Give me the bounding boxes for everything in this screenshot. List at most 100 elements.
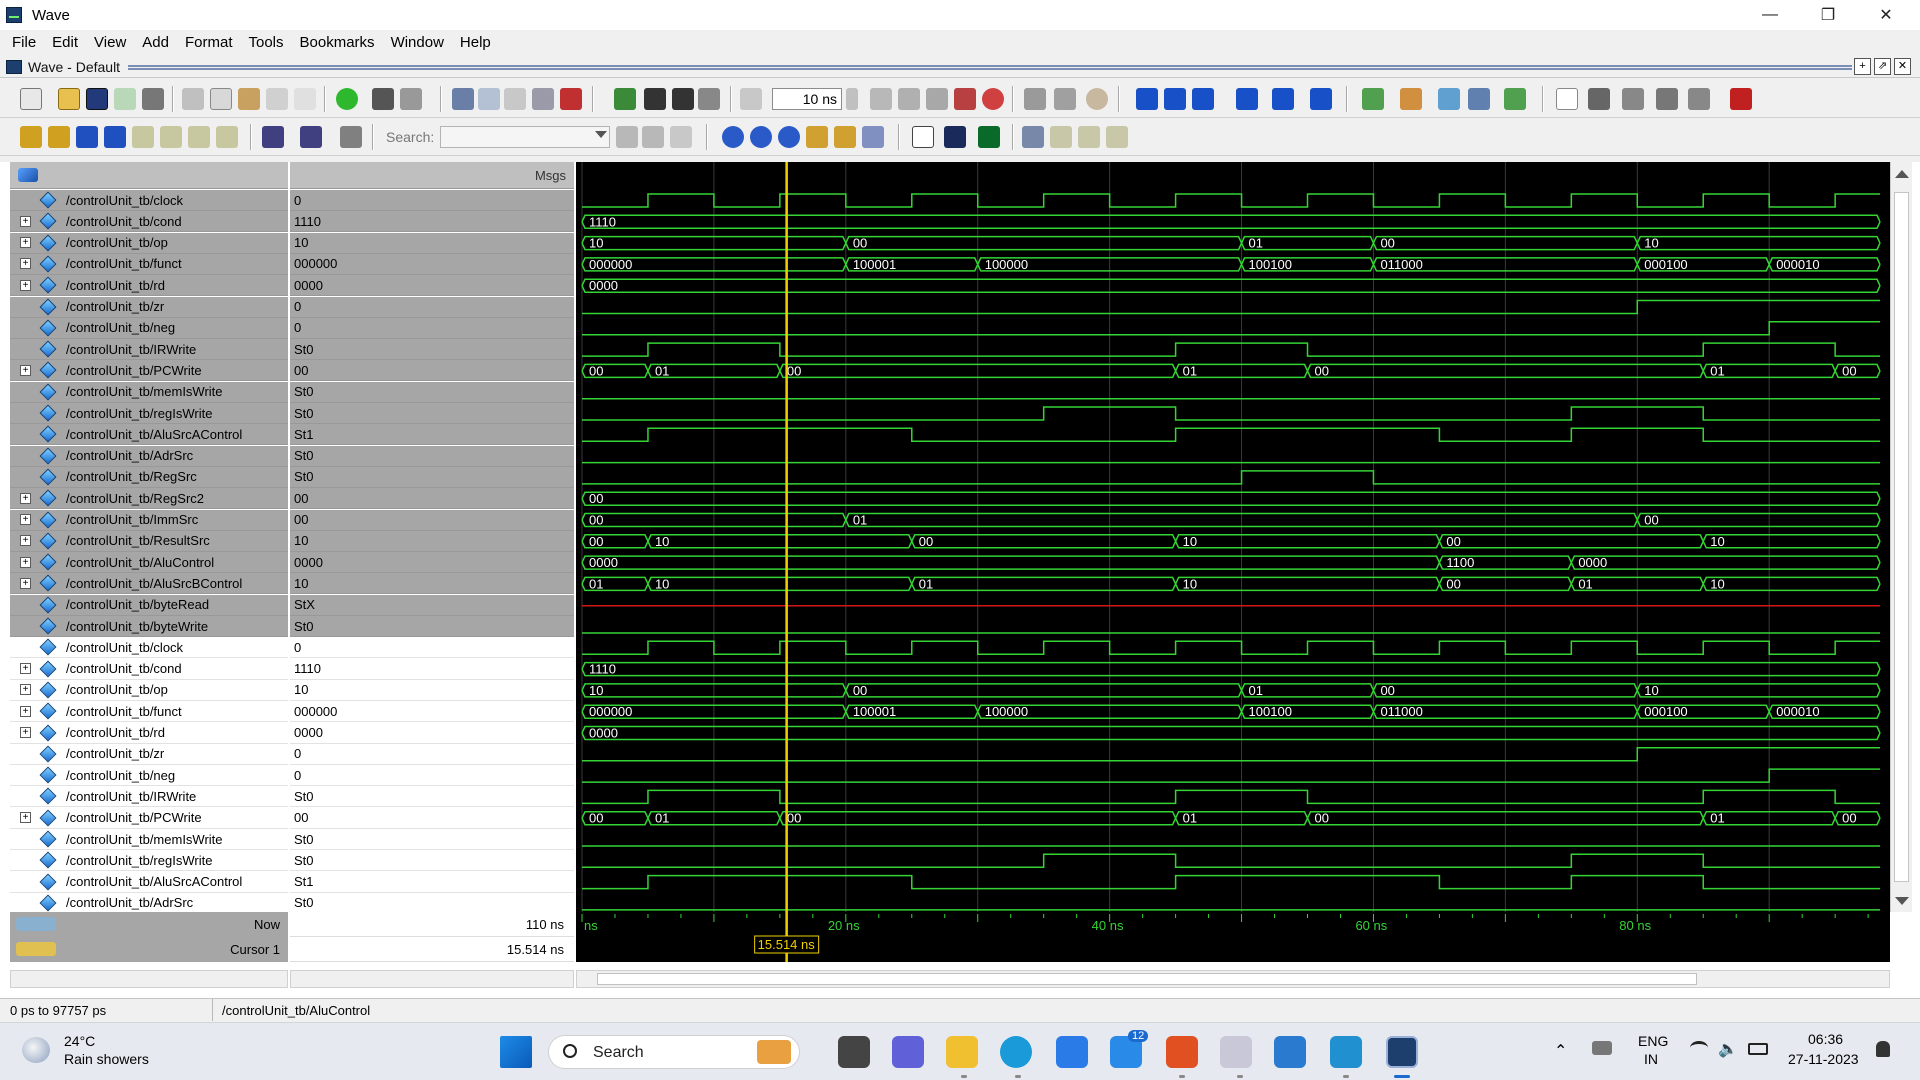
expand-plus-icon[interactable]: + bbox=[20, 364, 31, 376]
stop-icon[interactable] bbox=[560, 88, 582, 110]
signal-value-row[interactable]: St0 bbox=[290, 829, 574, 850]
signal-value-row[interactable]: 0 bbox=[290, 190, 574, 211]
insert-cursor-icon[interactable] bbox=[20, 126, 42, 148]
search-next-icon[interactable] bbox=[642, 126, 664, 148]
search-input[interactable] bbox=[440, 126, 610, 148]
run-length-input[interactable]: 10 ns bbox=[772, 88, 842, 110]
exit-icon[interactable] bbox=[1730, 88, 1752, 110]
start-windows-icon[interactable] bbox=[500, 1036, 532, 1068]
signal-row[interactable]: /controlUnit_tb/AluSrcAControl bbox=[10, 424, 288, 446]
signal-value-row[interactable]: 0 bbox=[290, 296, 574, 318]
edit-mode-icon[interactable] bbox=[1656, 88, 1678, 110]
search-prev-icon[interactable] bbox=[616, 126, 638, 148]
scroll-down-icon[interactable] bbox=[1895, 897, 1909, 905]
signal-value-row[interactable]: StX bbox=[290, 594, 574, 616]
prev-transition-icon[interactable] bbox=[76, 126, 98, 148]
signal-value-row[interactable]: St0 bbox=[290, 381, 574, 403]
expand-plus-icon[interactable]: + bbox=[20, 577, 31, 589]
menu-bookmarks[interactable]: Bookmarks bbox=[292, 34, 383, 51]
expand-plus-icon[interactable]: + bbox=[20, 705, 31, 717]
signal-row[interactable]: /controlUnit_tb/clock bbox=[10, 190, 288, 211]
reload-icon[interactable] bbox=[114, 88, 136, 110]
menu-format[interactable]: Format bbox=[177, 34, 241, 51]
wave-hscroll-thumb[interactable] bbox=[597, 973, 1697, 985]
signal-value-row[interactable]: 0000 bbox=[290, 552, 574, 574]
signal-value-row[interactable]: St0 bbox=[290, 616, 574, 637]
signal-row[interactable]: + /controlUnit_tb/op bbox=[10, 232, 288, 254]
next-transition-icon[interactable] bbox=[104, 126, 126, 148]
signal-row[interactable]: + /controlUnit_tb/rd bbox=[10, 722, 288, 744]
break-run-icon[interactable] bbox=[954, 88, 976, 110]
find-icon[interactable] bbox=[372, 88, 394, 110]
signal-row[interactable]: + /controlUnit_tb/cond bbox=[10, 211, 288, 233]
save-icon[interactable] bbox=[86, 88, 108, 110]
signal-value-row[interactable]: 00 bbox=[290, 360, 574, 382]
print-icon[interactable] bbox=[142, 88, 164, 110]
pane-drag-grip[interactable] bbox=[128, 65, 1852, 70]
run-icon[interactable] bbox=[870, 88, 892, 110]
break-icon[interactable] bbox=[532, 88, 554, 110]
lang-top[interactable]: ENG bbox=[1638, 1033, 1668, 1049]
signal-value-row[interactable]: St1 bbox=[290, 871, 574, 893]
notepad-icon[interactable] bbox=[1330, 1036, 1362, 1068]
memory-icon[interactable] bbox=[1054, 88, 1076, 110]
layout-icon-4[interactable] bbox=[1468, 88, 1490, 110]
signal-row[interactable]: /controlUnit_tb/AluSrcAControl bbox=[10, 871, 288, 893]
signal-row[interactable]: /controlUnit_tb/neg bbox=[10, 765, 288, 787]
signal-row[interactable]: /controlUnit_tb/IRWrite bbox=[10, 339, 288, 361]
collapse-group-icon[interactable] bbox=[300, 126, 322, 148]
layout-icon-5[interactable] bbox=[1504, 88, 1526, 110]
zoom-last-icon[interactable] bbox=[862, 126, 884, 148]
open-folder-icon[interactable] bbox=[58, 88, 80, 110]
menu-file[interactable]: File bbox=[4, 34, 44, 51]
combine-icon[interactable] bbox=[340, 126, 362, 148]
signal-row[interactable]: + /controlUnit_tb/RegSrc2 bbox=[10, 488, 288, 510]
compile-all-icon[interactable] bbox=[478, 88, 500, 110]
value-hscrollbar[interactable] bbox=[290, 970, 574, 988]
clock-time[interactable]: 06:36 bbox=[1808, 1031, 1843, 1047]
lang-bottom[interactable]: IN bbox=[1644, 1051, 1658, 1067]
volume-icon[interactable]: 🔈 bbox=[1718, 1039, 1738, 1059]
step-out-icon[interactable] bbox=[1192, 88, 1214, 110]
taskbar-search-box[interactable]: Search bbox=[548, 1035, 800, 1069]
layout-icon-3[interactable] bbox=[1438, 88, 1460, 110]
signal-row[interactable]: + /controlUnit_tb/PCWrite bbox=[10, 807, 288, 829]
step-into-icon[interactable] bbox=[1136, 88, 1158, 110]
time-axis[interactable]: ns 20 ns 40 ns 60 ns 80 ns 15.514 ns bbox=[576, 912, 1890, 962]
signal-value-row[interactable]: St1 bbox=[290, 424, 574, 446]
step-back-icon[interactable] bbox=[1310, 88, 1332, 110]
snipping-tool-icon[interactable] bbox=[1220, 1036, 1252, 1068]
expand-plus-icon[interactable]: + bbox=[20, 492, 31, 504]
maximize-button[interactable]: ❐ bbox=[1800, 0, 1856, 30]
signal-row[interactable]: + /controlUnit_tb/cond bbox=[10, 658, 288, 680]
paste-icon[interactable] bbox=[238, 88, 260, 110]
vertical-scrollbar[interactable] bbox=[1890, 162, 1912, 912]
signal-value-row[interactable]: 0000 bbox=[290, 722, 574, 744]
expand-plus-icon[interactable]: + bbox=[20, 684, 31, 696]
restart-icon[interactable] bbox=[614, 88, 636, 110]
expand-plus-icon[interactable]: + bbox=[20, 258, 31, 270]
new-file-icon[interactable] bbox=[20, 88, 42, 110]
expand-plus-icon[interactable]: + bbox=[20, 279, 31, 291]
task-view-icon[interactable] bbox=[838, 1036, 870, 1068]
expand-plus-icon[interactable]: + bbox=[20, 663, 31, 675]
todo-icon[interactable]: 12 bbox=[1110, 1030, 1149, 1068]
menu-edit[interactable]: Edit bbox=[44, 34, 86, 51]
signal-value-row[interactable]: 1110 bbox=[290, 211, 574, 233]
zoom-range-icon[interactable] bbox=[834, 126, 856, 148]
signal-row[interactable]: /controlUnit_tb/memIsWrite bbox=[10, 829, 288, 850]
signal-row[interactable]: /controlUnit_tb/memIsWrite bbox=[10, 381, 288, 403]
signal-row[interactable]: /controlUnit_tb/AdrSrc bbox=[10, 892, 288, 914]
signal-value-row[interactable]: 0 bbox=[290, 637, 574, 659]
close-button[interactable]: ✕ bbox=[1858, 0, 1914, 30]
signal-row[interactable]: + /controlUnit_tb/AluControl bbox=[10, 552, 288, 574]
now-toolbar-icon[interactable] bbox=[16, 917, 56, 931]
simulate-icon[interactable] bbox=[504, 88, 526, 110]
expand-plus-icon[interactable]: + bbox=[20, 514, 31, 525]
scroll-up-icon[interactable] bbox=[1895, 170, 1909, 178]
minimize-button[interactable]: — bbox=[1742, 0, 1798, 30]
zoom-mode-icon[interactable] bbox=[1588, 88, 1610, 110]
pan-mode-icon[interactable] bbox=[1622, 88, 1644, 110]
signal-value-row[interactable]: St0 bbox=[290, 403, 574, 424]
brave-icon[interactable] bbox=[1166, 1036, 1198, 1068]
